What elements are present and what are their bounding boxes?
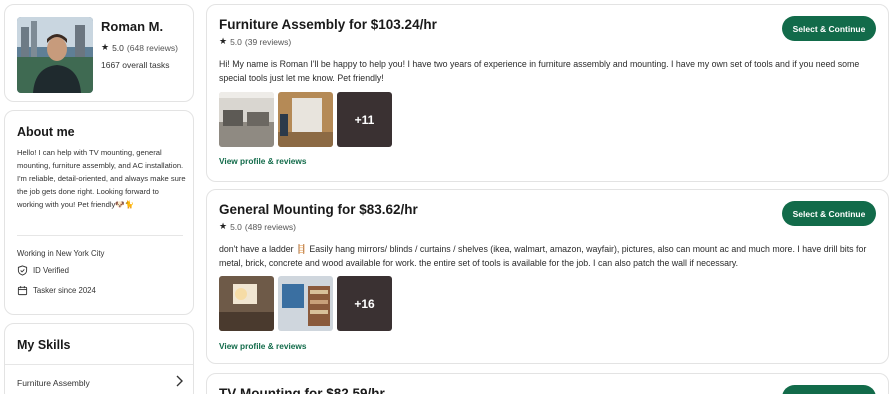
location-text: Working in New York City (17, 249, 105, 258)
divider (5, 364, 193, 365)
id-verified-text: ID Verified (33, 266, 69, 275)
photo-thumbnail[interactable] (219, 276, 274, 331)
select-continue-button[interactable]: Select & Continue (782, 385, 876, 394)
skills-title: My Skills (17, 338, 71, 352)
photo-gallery: +16 (219, 276, 392, 331)
chevron-right-icon[interactable] (173, 374, 185, 388)
photo-gallery: +11 (219, 92, 392, 147)
service-title: General Mounting for $83.62/hr (219, 202, 418, 217)
star-icon: ★ (219, 221, 228, 231)
service-card-tv-mounting: TV Mounting for $82.59/hr Select & Conti… (206, 373, 889, 394)
more-photos-count: +16 (354, 296, 375, 311)
rating-value: 5.0 (230, 36, 242, 47)
work-location: Working in New York City (17, 249, 104, 258)
calendar-icon (17, 286, 28, 296)
profile-rating: ★ 5.0 (648 reviews) (101, 42, 178, 53)
select-continue-button[interactable]: Select & Continue (782, 16, 876, 41)
tasker-since-text: Tasker since 2024 (33, 286, 96, 295)
select-continue-button[interactable]: Select & Continue (782, 201, 876, 226)
service-card-general-mounting: General Mounting for $83.62/hr ★ 5.0 (48… (206, 189, 889, 364)
more-photos-thumbnail[interactable]: +11 (337, 92, 392, 147)
photo-thumbnail[interactable] (219, 92, 274, 147)
divider (17, 235, 183, 236)
star-icon: ★ (101, 42, 110, 52)
about-card: About me Hello! I can help with TV mount… (4, 110, 194, 315)
tasker-name: Roman M. (101, 19, 164, 34)
view-profile-link[interactable]: View profile & reviews (219, 341, 306, 351)
profile-card: Roman M. ★ 5.0 (648 reviews) 1667 overal… (4, 4, 194, 102)
service-title: Furniture Assembly for $103.24/hr (219, 17, 437, 32)
shield-check-icon (17, 265, 28, 276)
service-card-furniture-assembly: Furniture Assembly for $103.24/hr ★ 5.0 … (206, 4, 889, 182)
service-rating: ★ 5.0 (39 reviews) (219, 36, 291, 47)
skills-card: My Skills Furniture Assembly (4, 323, 194, 394)
service-description: Hi! My name is Roman I'll be happy to he… (219, 59, 860, 83)
about-text: Hello! I can help with TV mounting, gene… (17, 146, 187, 211)
review-count: (39 reviews) (244, 36, 292, 47)
more-photos-count: +11 (354, 112, 375, 127)
service-rating: ★ 5.0 (489 reviews) (219, 221, 296, 232)
more-photos-thumbnail[interactable]: +16 (337, 276, 392, 331)
id-verified-row: ID Verified (17, 265, 69, 276)
about-body: Hello! I can help with TV mounting, gene… (17, 148, 186, 209)
photo-thumbnail[interactable] (278, 92, 333, 147)
avatar (17, 17, 93, 93)
service-description: don't have a ladder 🪜 Easily hang mirror… (219, 244, 867, 268)
service-title: TV Mounting for $82.59/hr (219, 386, 385, 394)
pet-emoji-icons: 🐶🐈 (115, 200, 135, 209)
review-count: (489 reviews) (244, 221, 296, 232)
overall-tasks: 1667 overall tasks (101, 60, 170, 70)
skill-item-furniture-assembly[interactable]: Furniture Assembly (17, 378, 90, 388)
about-title: About me (17, 125, 75, 139)
view-profile-link[interactable]: View profile & reviews (219, 156, 306, 166)
rating-value: 5.0 (112, 42, 124, 53)
rating-value: 5.0 (230, 221, 242, 232)
review-count: (648 reviews) (126, 42, 178, 53)
photo-thumbnail[interactable] (278, 276, 333, 331)
tasker-since-row: Tasker since 2024 (17, 285, 96, 296)
star-icon: ★ (219, 36, 228, 46)
